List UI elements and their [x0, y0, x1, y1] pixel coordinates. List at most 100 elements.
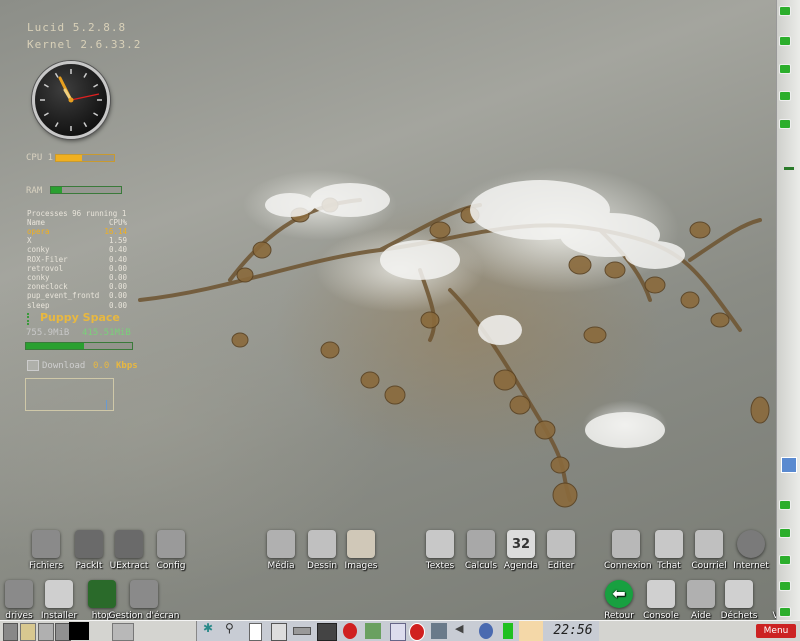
- desktop-icon-label: Courriel: [691, 561, 727, 571]
- desktop-icon-connexion[interactable]: Connexion: [604, 530, 652, 571]
- zip-icon: [75, 530, 103, 558]
- help-icon: [687, 580, 715, 608]
- conky-processes-line: Processes 96 running 1: [27, 209, 127, 218]
- desktop-icon-editer[interactable]: Editer: [539, 530, 583, 571]
- search-icon[interactable]: ⚲: [225, 621, 239, 637]
- drive-icon: [5, 580, 33, 608]
- download-unit: Kbps: [116, 361, 138, 371]
- desktop-icon-internet[interactable]: Internet: [729, 530, 773, 571]
- download-graph: [25, 378, 114, 411]
- edit-icon: [547, 530, 575, 558]
- wallpaper-plant: [138, 180, 770, 508]
- side-tray-indicator-icon[interactable]: [779, 500, 791, 510]
- side-tray-indicator-icon[interactable]: [779, 528, 791, 538]
- network-icon[interactable]: [479, 623, 493, 639]
- desktop-icon-installer[interactable]: Installer: [37, 580, 81, 621]
- conky-proc-header: Name CPU%: [27, 218, 127, 227]
- process-cpu: 0.00: [108, 273, 127, 282]
- pencil-icon[interactable]: [390, 623, 406, 641]
- desktop-icon-drives[interactable]: drives: [0, 580, 41, 621]
- desktop-icon-config[interactable]: Config: [149, 530, 193, 571]
- window-button[interactable]: [112, 623, 134, 641]
- process-name: pup_event_frontd: [27, 291, 100, 301]
- desktop-icon-calculs[interactable]: Calculs: [459, 530, 503, 571]
- terminal-icon[interactable]: [69, 622, 89, 640]
- speaker-icon[interactable]: ◀: [455, 622, 467, 638]
- desktop-icon-label: Textes: [425, 561, 455, 571]
- side-tray-indicator-icon[interactable]: [779, 91, 791, 101]
- desktop-icon-uextract[interactable]: UExtract: [107, 530, 151, 571]
- menu-button-label: Menu: [763, 626, 789, 636]
- process-cpu: 1.59: [108, 236, 127, 246]
- quick-launch-bar: ✱ ⚲ ◀: [196, 621, 547, 641]
- side-tray-indicator-icon[interactable]: [779, 36, 791, 46]
- desktop-icon-label: Tchat: [657, 561, 681, 571]
- star-icon[interactable]: ✱: [203, 621, 217, 637]
- lock-icon[interactable]: [38, 623, 54, 641]
- desktop-icon-images[interactable]: Images: [339, 530, 383, 571]
- email-client-icon[interactable]: [365, 623, 381, 639]
- home-icon[interactable]: [20, 623, 36, 641]
- desktop-icon-console[interactable]: Console: [639, 580, 683, 621]
- document-icon[interactable]: [249, 623, 262, 641]
- side-tray-indicator-icon[interactable]: [779, 581, 791, 591]
- process-name: retrovol: [27, 263, 64, 273]
- desktop-icon-courriel[interactable]: Courriel: [687, 530, 731, 571]
- opera-icon[interactable]: [409, 623, 425, 641]
- trash-icon: [725, 580, 753, 608]
- process-row: pup_event_frontd 0.00: [27, 291, 127, 300]
- puppy-space-fill: [26, 343, 85, 349]
- desktop-icon-fichiers[interactable]: Fichiers: [24, 530, 68, 571]
- side-tray-indicator-icon[interactable]: [779, 555, 791, 565]
- terminal-icon[interactable]: [317, 623, 337, 641]
- drive-icon[interactable]: [293, 627, 311, 635]
- conky-distro: Lucid 5.2.8.8: [27, 21, 127, 34]
- proc-header-name: Name: [27, 218, 46, 227]
- conky-ram-bar: [50, 186, 122, 194]
- download-graph-spike: [106, 400, 107, 410]
- text-icon: [426, 530, 454, 558]
- notepad-icon[interactable]: [519, 621, 543, 641]
- desktop-icon-label: Editer: [547, 561, 575, 571]
- network-icon: [612, 530, 640, 558]
- side-tray-indicator-icon[interactable]: [779, 119, 791, 129]
- process-cpu: 0.40: [108, 245, 127, 255]
- side-window-icon[interactable]: [781, 457, 797, 473]
- process-cpu: 0.00: [108, 291, 127, 301]
- calculator-icon[interactable]: [271, 623, 287, 641]
- desktop-icon-packit[interactable]: PackIt: [67, 530, 111, 571]
- side-tray-indicator-icon[interactable]: [779, 64, 791, 74]
- desktop-icon-label: Fichiers: [28, 561, 64, 571]
- proc-header-cpu: CPU%: [108, 218, 127, 227]
- desktop-icon-dessin[interactable]: Dessin: [300, 530, 344, 571]
- conky-kernel: Kernel 2.6.33.2: [27, 38, 142, 51]
- menu-button[interactable]: Menu: [756, 624, 796, 638]
- taskbar-clock[interactable]: 22:56: [547, 621, 599, 641]
- show-desktop-icon[interactable]: [3, 623, 18, 641]
- desktop-icon-gestion-d-cran[interactable]: Gestion d'écran: [108, 580, 180, 621]
- display-icon: [130, 580, 158, 608]
- desktop-icon-label: Calculs: [464, 561, 498, 571]
- side-slider-handle[interactable]: [784, 167, 794, 170]
- desktop-icon-label: Internet: [733, 561, 769, 571]
- opera-icon[interactable]: [343, 623, 357, 639]
- desktop-icon-tchat[interactable]: Tchat: [647, 530, 691, 571]
- desktop-icon-retour[interactable]: ⬅ Retour: [597, 580, 641, 621]
- process-row: sleep 0.00: [27, 301, 127, 310]
- process-cpu: 0.00: [108, 282, 127, 292]
- battery-icon[interactable]: [503, 623, 513, 639]
- chat-icon: [655, 530, 683, 558]
- process-name: opera: [27, 227, 50, 236]
- side-tray-indicator-icon[interactable]: [779, 607, 791, 617]
- desktop-icon-d-chets[interactable]: Déchets: [717, 580, 761, 621]
- desktop-icon-textes[interactable]: Textes: [418, 530, 462, 571]
- desktop-icon-agenda[interactable]: 32 Agenda: [499, 530, 543, 571]
- image-viewer-icon[interactable]: [431, 623, 447, 639]
- desktop-icon-label: PackIt: [75, 561, 103, 571]
- process-cpu: 16.14: [104, 227, 127, 236]
- side-tray-indicator-icon[interactable]: [779, 6, 791, 16]
- puppy-space-free: 415.51MiB: [82, 328, 131, 338]
- process-name: sleep: [27, 300, 50, 310]
- desktop-icon-m-dia[interactable]: Média: [259, 530, 303, 571]
- zip-icon: [115, 530, 143, 558]
